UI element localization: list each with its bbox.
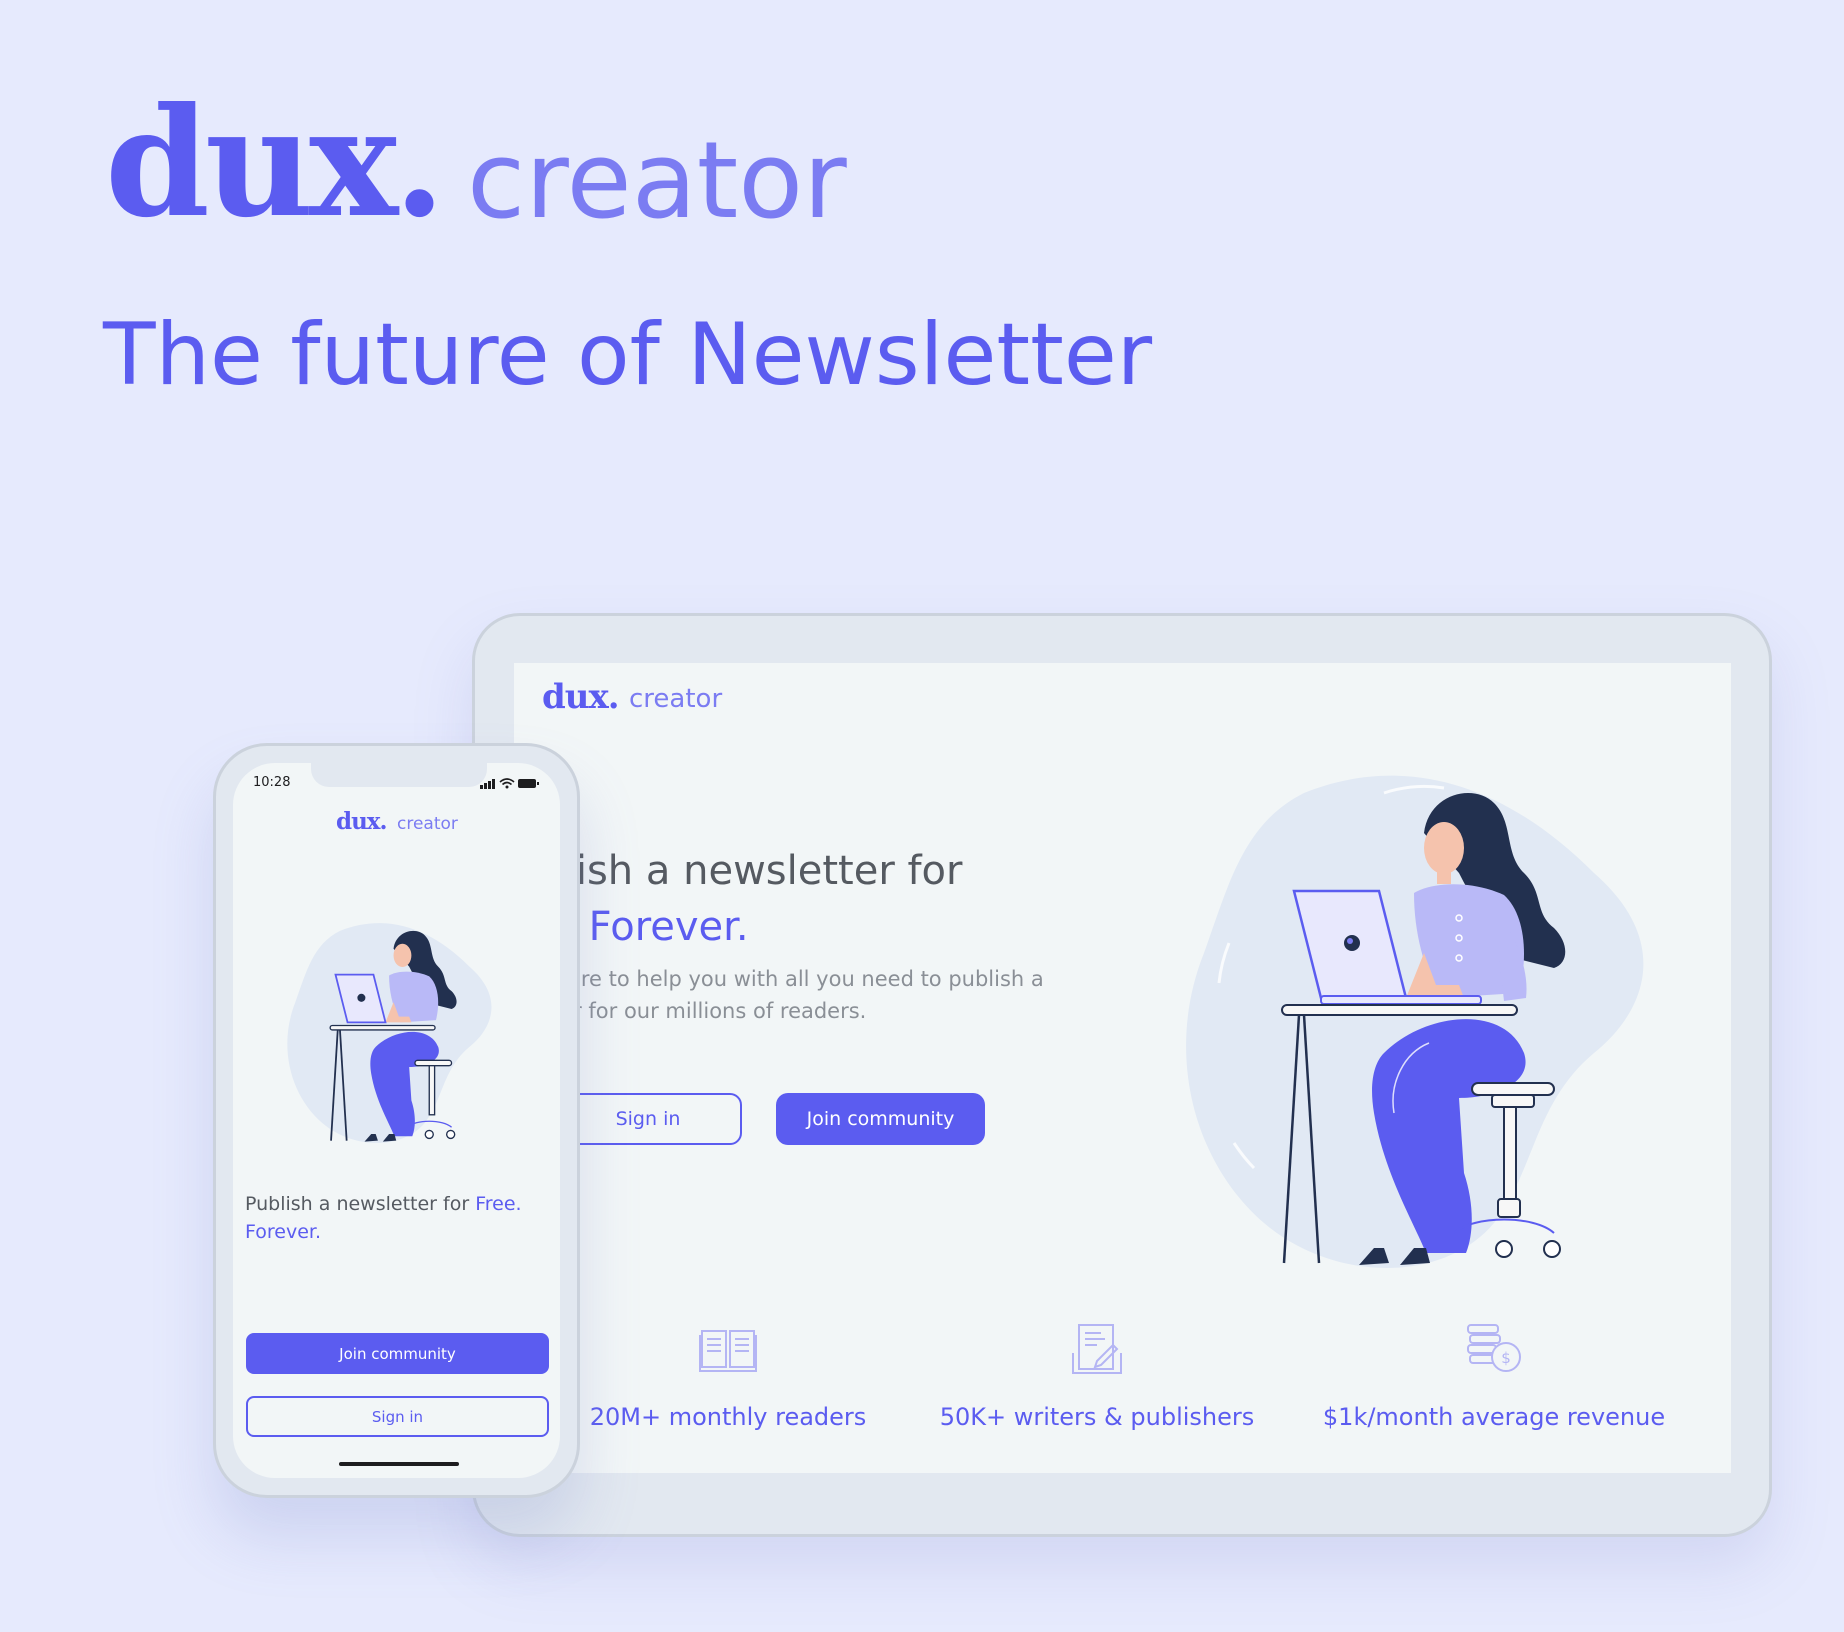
phone-logo[interactable]: dux. creator bbox=[336, 807, 496, 841]
phone-screen: 10:28 dux. creator Publish a newsletter … bbox=[233, 763, 560, 1478]
phone-headline: Publish a newsletter for Free. Forever. bbox=[245, 1190, 545, 1246]
svg-text:$: $ bbox=[1501, 1349, 1511, 1367]
phone-logo-wordmark: dux. bbox=[336, 808, 388, 835]
open-book-icon bbox=[699, 1330, 757, 1372]
battery-icon bbox=[518, 779, 539, 788]
tablet-subtext-line1: are here to help you with all you need t… bbox=[514, 967, 1044, 991]
stat-writers-publishers: 50K+ writers & publishers bbox=[917, 1323, 1277, 1431]
tablet-headline-line2: ee. Forever. bbox=[514, 904, 749, 950]
tablet-logo-product: creator bbox=[629, 684, 723, 714]
phone-headline-plain: Publish a newsletter for bbox=[245, 1193, 476, 1215]
tablet-mockup: dux. creator ublish a newsletter for ee.… bbox=[472, 613, 1772, 1537]
status-icons bbox=[480, 778, 539, 789]
phone-logo-product: creator bbox=[397, 814, 458, 834]
phone-mockup: 10:28 dux. creator Publish a newsletter … bbox=[213, 743, 580, 1498]
status-time: 10:28 bbox=[253, 775, 291, 790]
stat-label-writers: 50K+ writers & publishers bbox=[939, 1403, 1255, 1431]
document-edit-icon bbox=[1072, 1324, 1122, 1374]
coins-dollar-icon: $ bbox=[1467, 1324, 1521, 1372]
hero-tagline: The future of Newsletter bbox=[103, 305, 1153, 405]
stat-monthly-readers: 20M+ monthly readers bbox=[548, 1323, 908, 1431]
home-indicator[interactable] bbox=[339, 1462, 459, 1466]
woman-laptop-illustration-small bbox=[287, 923, 492, 1143]
tablet-logo-wordmark: dux. bbox=[542, 677, 620, 717]
tablet-screen: dux. creator ublish a newsletter for ee.… bbox=[514, 663, 1731, 1473]
phone-join-community-button[interactable]: Join community bbox=[246, 1333, 549, 1374]
woman-laptop-illustration bbox=[1186, 775, 1644, 1268]
signal-icon bbox=[480, 779, 495, 789]
stat-label-revenue: $1k/month average revenue bbox=[1322, 1403, 1666, 1431]
brand-product-name: creator bbox=[467, 119, 847, 242]
wifi-icon bbox=[499, 778, 515, 789]
tablet-subtext: are here to help you with all you need t… bbox=[514, 963, 1074, 1027]
tablet-join-community-button[interactable]: Join community bbox=[776, 1093, 985, 1145]
phone-sign-in-button[interactable]: Sign in bbox=[246, 1396, 549, 1437]
tablet-subtext-line2: sletter for our millions of readers. bbox=[514, 999, 867, 1023]
phone-notch bbox=[311, 763, 487, 787]
brand-logo-wordmark: dux. bbox=[105, 75, 446, 251]
stat-average-revenue: $ $1k/month average revenue bbox=[1314, 1323, 1674, 1431]
tablet-headline-line1: ublish a newsletter for bbox=[514, 848, 963, 894]
stat-label-readers: 20M+ monthly readers bbox=[589, 1403, 867, 1431]
tablet-headline: ublish a newsletter for ee. Forever. bbox=[514, 843, 1214, 955]
